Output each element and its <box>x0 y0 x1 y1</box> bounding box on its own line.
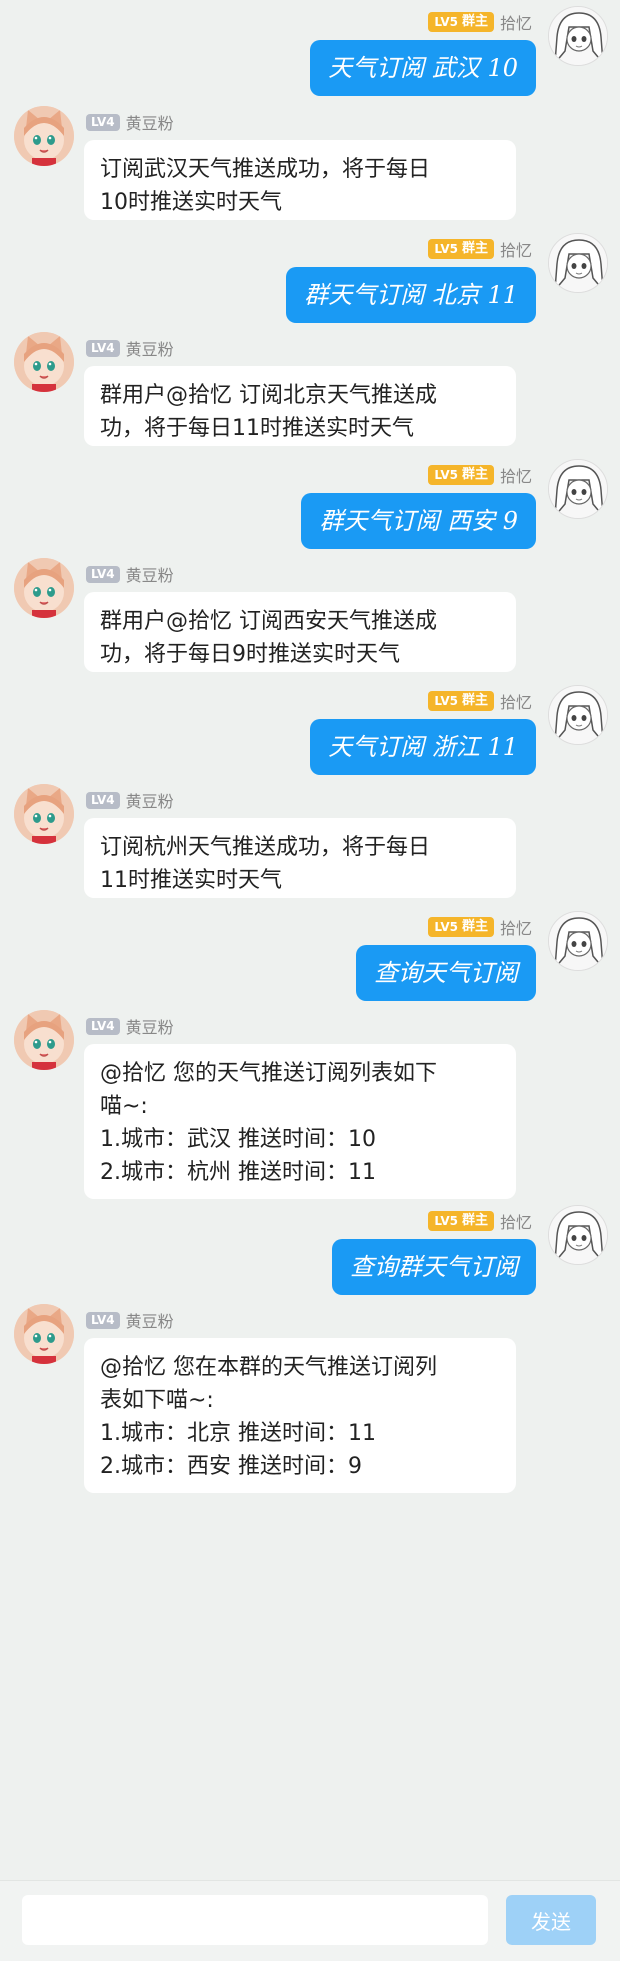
my-avatar[interactable] <box>548 6 608 66</box>
bot-avatar[interactable] <box>14 784 74 844</box>
user-level-badge: LV4 <box>86 113 120 131</box>
user-level-badge: LV4 <box>86 791 120 809</box>
message-line: 功，将于每日9时推送实时天气 <box>100 642 400 667</box>
message-bubble[interactable]: 群用户@拾忆 订阅西安天气推送成 功，将于每日9时推送实时天气 <box>84 592 516 672</box>
sender-name: 拾忆 <box>499 241 532 260</box>
message-line: 1.城市：武汉 推送时间：10 <box>100 1127 376 1152</box>
sender-name: 拾忆 <box>499 467 532 486</box>
role-label: 群主 <box>461 919 488 934</box>
sender-meta: LV4 黄豆粉 <box>86 562 174 586</box>
input-bar: 发送 <box>0 1880 620 1961</box>
my-avatar[interactable] <box>548 233 608 293</box>
message-bubble[interactable]: @拾忆 您的天气推送订阅列表如下 喵~: 1.城市：武汉 推送时间：10 2.城市：杭… <box>84 1044 516 1199</box>
sender-meta: LV5 群主 拾忆 <box>428 463 532 487</box>
message-bubble[interactable]: 查询群天气订阅 <box>332 1239 536 1295</box>
user-level-badge: LV4 <box>86 565 120 583</box>
my-avatar[interactable] <box>548 459 608 519</box>
message-line: @拾忆 您在本群的天气推送订阅列 <box>100 1355 437 1380</box>
role-label: 群主 <box>461 14 488 29</box>
my-avatar[interactable] <box>548 1205 608 1265</box>
message-bubble[interactable]: @拾忆 您在本群的天气推送订阅列 表如下喵~: 1.城市：北京 推送时间：11 2.城… <box>84 1338 516 1493</box>
message-bubble[interactable]: 群天气订阅 北京 11 <box>286 267 536 323</box>
message-line: 2.城市：杭州 推送时间：11 <box>100 1160 376 1185</box>
message-bubble[interactable]: 天气订阅 浙江 11 <box>310 719 536 775</box>
message-bubble[interactable]: 群用户@拾忆 订阅北京天气推送成 功，将于每日11时推送实时天气 <box>84 366 516 446</box>
sender-name: 黄豆粉 <box>125 792 174 811</box>
role-label: 群主 <box>461 241 488 256</box>
user-level-badge: LV4 <box>86 1017 120 1035</box>
level-label: LV5 <box>434 468 458 482</box>
bot-avatar[interactable] <box>14 1304 74 1364</box>
message-line: 功，将于每日11时推送实时天气 <box>100 416 414 441</box>
bot-avatar[interactable] <box>14 1010 74 1070</box>
message-bubble[interactable]: 订阅武汉天气推送成功，将于每日 10时推送实时天气 <box>84 140 516 220</box>
sender-meta: LV5 群主 拾忆 <box>428 10 532 34</box>
sender-name: 拾忆 <box>499 1213 532 1232</box>
message-line: 喵~: <box>100 1094 148 1119</box>
bot-avatar[interactable] <box>14 332 74 392</box>
user-level-badge: LV4 <box>86 339 120 357</box>
sender-meta: LV5 群主 拾忆 <box>428 689 532 713</box>
sender-meta: LV4 黄豆粉 <box>86 1014 174 1038</box>
owner-level-badge: LV5 群主 <box>428 239 494 259</box>
message-line: 11时推送实时天气 <box>100 868 282 893</box>
message-input[interactable] <box>22 1895 488 1945</box>
bot-avatar[interactable] <box>14 106 74 166</box>
bot-avatar[interactable] <box>14 558 74 618</box>
level-label: LV5 <box>434 920 458 934</box>
level-label: LV5 <box>434 15 458 29</box>
role-label: 群主 <box>461 1213 488 1228</box>
sender-name: 黄豆粉 <box>125 1018 174 1037</box>
message-line: @拾忆 您的天气推送订阅列表如下 <box>100 1061 437 1086</box>
owner-level-badge: LV5 群主 <box>428 1211 494 1231</box>
level-label: LV5 <box>434 242 458 256</box>
owner-level-badge: LV5 群主 <box>428 917 494 937</box>
message-line: 1.城市：北京 推送时间：11 <box>100 1421 376 1446</box>
chat-area: LV5 群主 拾忆 天气订阅 武汉 10 LV4 黄豆粉 订阅武汉天气推送成功，将于每日 10… <box>0 0 620 1880</box>
sender-meta: LV4 黄豆粉 <box>86 110 174 134</box>
sender-name: 黄豆粉 <box>125 1312 174 1331</box>
message-bubble[interactable]: 查询天气订阅 <box>356 945 536 1001</box>
message-line: 表如下喵~: <box>100 1388 214 1413</box>
message-line: 2.城市：西安 推送时间：9 <box>100 1454 362 1479</box>
user-level-badge: LV4 <box>86 1311 120 1329</box>
sender-name: 黄豆粉 <box>125 566 174 585</box>
send-button[interactable]: 发送 <box>506 1895 596 1945</box>
sender-meta: LV5 群主 拾忆 <box>428 915 532 939</box>
message-bubble[interactable]: 群天气订阅 西安 9 <box>301 493 536 549</box>
role-label: 群主 <box>461 693 488 708</box>
message-line: 10时推送实时天气 <box>100 190 282 215</box>
level-label: LV5 <box>434 694 458 708</box>
owner-level-badge: LV5 群主 <box>428 12 494 32</box>
sender-name: 拾忆 <box>499 693 532 712</box>
message-line: 订阅杭州天气推送成功，将于每日 <box>100 835 431 860</box>
owner-level-badge: LV5 群主 <box>428 465 494 485</box>
message-line: 群用户@拾忆 订阅西安天气推送成 <box>100 609 437 634</box>
message-line: 订阅武汉天气推送成功，将于每日 <box>100 157 431 182</box>
message-bubble[interactable]: 订阅杭州天气推送成功，将于每日 11时推送实时天气 <box>84 818 516 898</box>
sender-name: 拾忆 <box>499 919 532 938</box>
my-avatar[interactable] <box>548 911 608 971</box>
level-label: LV5 <box>434 1214 458 1228</box>
sender-meta: LV4 黄豆粉 <box>86 336 174 360</box>
sender-meta: LV5 群主 拾忆 <box>428 1209 532 1233</box>
role-label: 群主 <box>461 467 488 482</box>
owner-level-badge: LV5 群主 <box>428 691 494 711</box>
sender-meta: LV4 黄豆粉 <box>86 1308 174 1332</box>
message-line: 群用户@拾忆 订阅北京天气推送成 <box>100 383 437 408</box>
sender-meta: LV4 黄豆粉 <box>86 788 174 812</box>
sender-name: 黄豆粉 <box>125 114 174 133</box>
sender-meta: LV5 群主 拾忆 <box>428 237 532 261</box>
sender-name: 拾忆 <box>499 14 532 33</box>
message-bubble[interactable]: 天气订阅 武汉 10 <box>310 40 536 96</box>
my-avatar[interactable] <box>548 685 608 745</box>
sender-name: 黄豆粉 <box>125 340 174 359</box>
